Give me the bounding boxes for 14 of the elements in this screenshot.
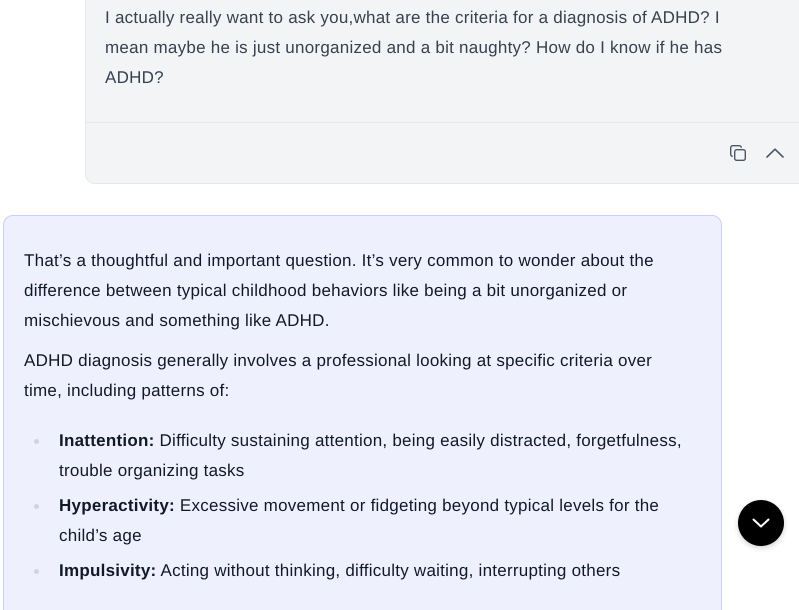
list-item-text: Inattention: Difficulty sustaining attention, being easily distracted, forgetfulness, trouble organizing tasks bbox=[59, 430, 683, 482]
list-item-text: Impulsivity: Acting without thinking, difficulty waiting, interrupting others bbox=[59, 560, 622, 582]
assistant-paragraph: That’s a thoughtful and important question. It’s very common to wonder about the difference between typical childhood behaviors like being a bit unorganized or mischievous and something like ADHD. bbox=[24, 250, 655, 332]
chevron-down-icon bbox=[752, 518, 770, 528]
chevron-up-icon bbox=[766, 148, 784, 158]
bullet-icon bbox=[34, 439, 39, 444]
copy-button[interactable] bbox=[728, 143, 748, 163]
copy-icon bbox=[730, 145, 746, 161]
bullet-icon bbox=[34, 504, 39, 509]
scroll-down-button[interactable] bbox=[738, 500, 784, 546]
list-item-text: Hyperactivity: Excessive movement or fidgeting beyond typical levels for the child’s age bbox=[59, 495, 660, 547]
bullet-icon bbox=[34, 569, 39, 574]
user-message-text: I actually really want to ask you,what are the criteria for a diagnosis of ADHD? I mean maybe he is just unorganized and a bit naughty? How do I know if he has ADHD? bbox=[105, 7, 724, 89]
assistant-paragraph: ADHD diagnosis generally involves a professional looking at specific criteria over time, including patterns of: bbox=[24, 350, 654, 402]
